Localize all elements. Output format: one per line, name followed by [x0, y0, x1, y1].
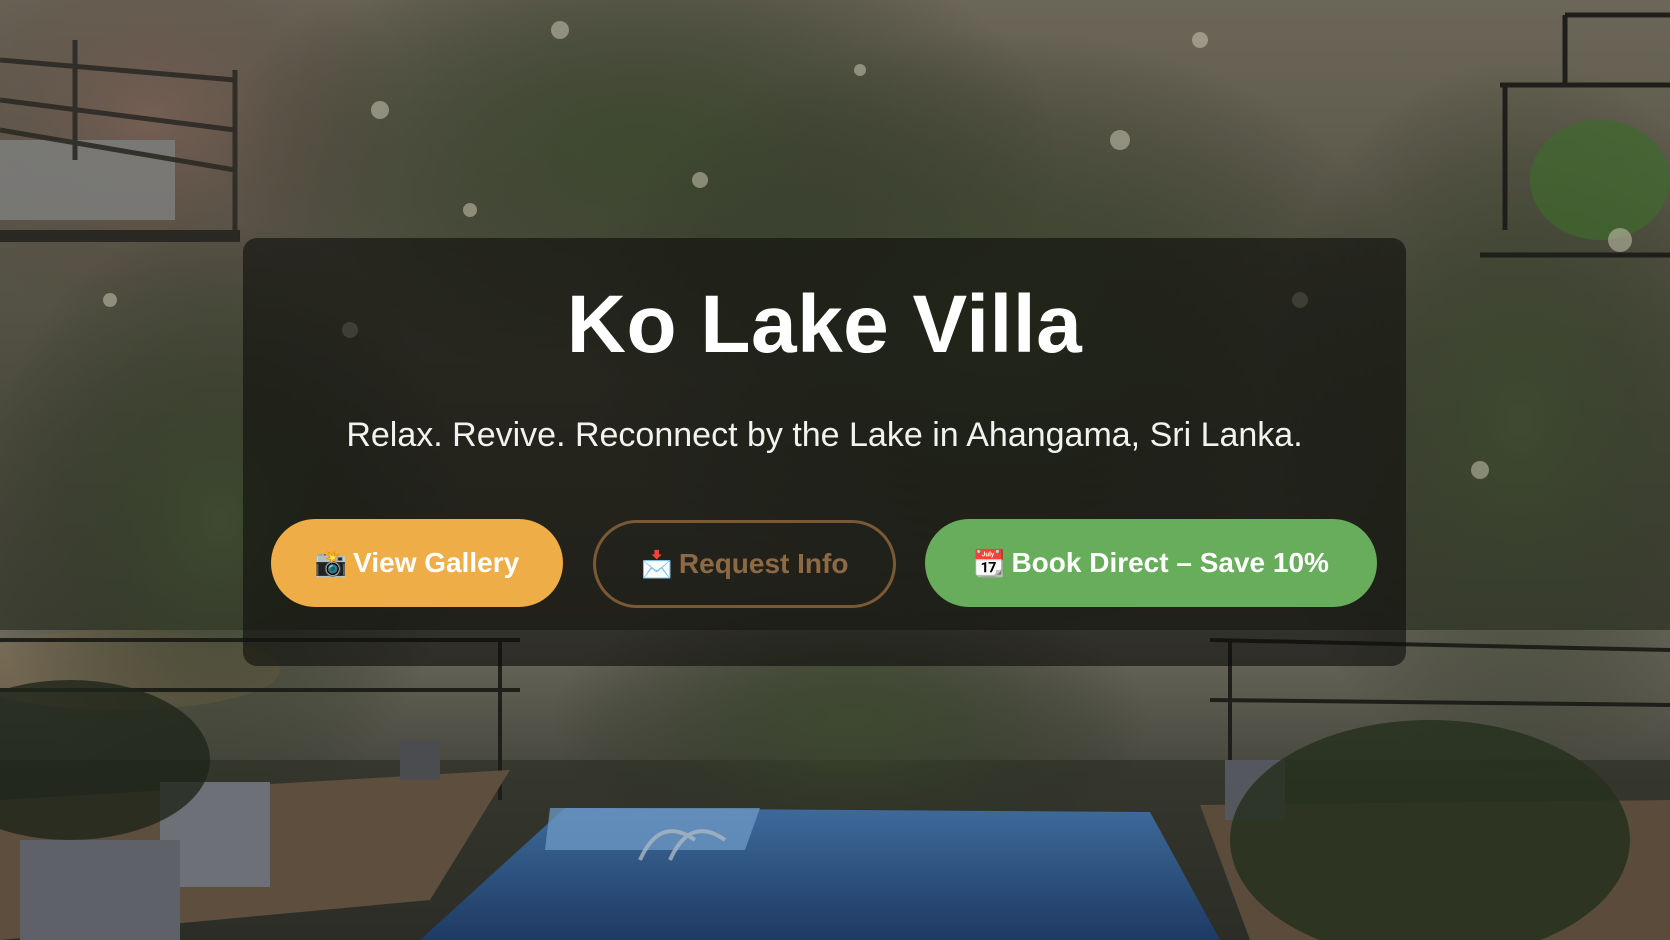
- calendar-icon: 📆: [973, 548, 1006, 578]
- request-info-label: Request Info: [678, 548, 849, 579]
- hero-title: Ko Lake Villa: [566, 279, 1083, 370]
- hero-section: Ko Lake Villa Relax. Revive. Reconnect b…: [0, 0, 1670, 940]
- book-direct-label: Book Direct – Save 10%: [1011, 547, 1329, 578]
- envelope-arrow-icon: 📩: [640, 549, 673, 579]
- view-gallery-button[interactable]: 📸 View Gallery: [271, 519, 563, 607]
- view-gallery-label: View Gallery: [353, 547, 520, 578]
- request-info-button[interactable]: 📩 Request Info: [593, 520, 896, 608]
- cta-button-row: 📸 View Gallery 📩 Request Info 📆 Book Dir…: [271, 519, 1381, 608]
- camera-flash-icon: 📸: [314, 548, 348, 578]
- hero-tagline: Relax. Revive. Reconnect by the Lake in …: [346, 416, 1303, 454]
- hero-overlay-panel: Ko Lake Villa Relax. Revive. Reconnect b…: [243, 238, 1406, 666]
- book-direct-button[interactable]: 📆 Book Direct – Save 10%: [925, 519, 1377, 607]
